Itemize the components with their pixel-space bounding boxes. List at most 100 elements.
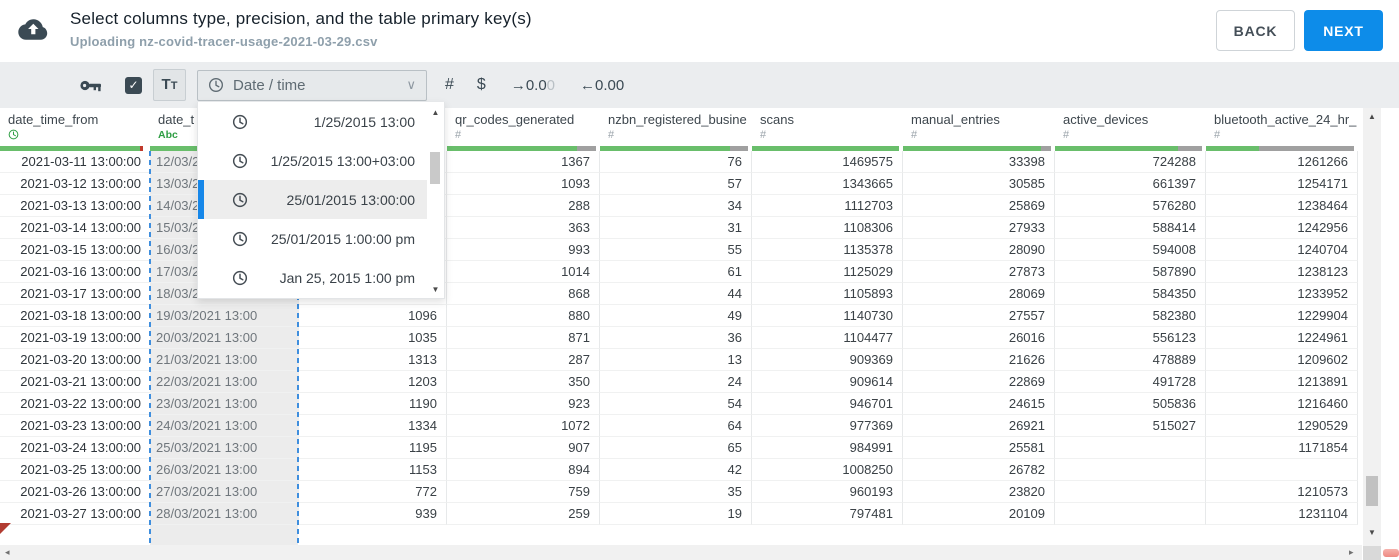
dropdown-scroll-thumb[interactable] <box>430 152 440 184</box>
dropdown-scrollbar[interactable]: ▲ ▼ <box>427 102 444 298</box>
date-format-option[interactable]: 1/25/2015 13:00 <box>198 102 427 141</box>
table-cell[interactable]: 871 <box>447 327 600 349</box>
table-cell[interactable]: 26782 <box>903 459 1055 481</box>
table-cell[interactable]: 2021-03-14 13:00:00 <box>0 217 150 239</box>
table-cell[interactable]: 24615 <box>903 393 1055 415</box>
table-cell[interactable]: 1233952 <box>1206 283 1358 305</box>
table-cell[interactable]: 61 <box>600 261 752 283</box>
scroll-down-icon[interactable]: ▼ <box>1363 528 1381 537</box>
table-cell[interactable]: 909614 <box>752 371 903 393</box>
table-cell[interactable]: 22869 <box>903 371 1055 393</box>
table-cell[interactable]: 2021-03-25 13:00:00 <box>0 459 150 481</box>
table-cell[interactable] <box>1206 459 1358 481</box>
table-cell[interactable]: 1108306 <box>752 217 903 239</box>
table-cell[interactable]: 1171854 <box>1206 437 1358 459</box>
table-cell[interactable]: 25581 <box>903 437 1055 459</box>
table-cell[interactable]: 797481 <box>752 503 903 525</box>
table-cell[interactable]: 20109 <box>903 503 1055 525</box>
table-cell[interactable]: 28069 <box>903 283 1055 305</box>
table-cell[interactable]: 588414 <box>1055 217 1206 239</box>
horizontal-scrollbar[interactable]: ◂ ▸ <box>0 545 1362 560</box>
table-cell[interactable]: 1224961 <box>1206 327 1358 349</box>
table-cell[interactable]: 1072 <box>447 415 600 437</box>
table-cell[interactable]: 259 <box>447 503 600 525</box>
date-format-option[interactable]: 1/25/2015 13:00+03:00 <box>198 141 427 180</box>
back-button[interactable]: BACK <box>1216 10 1295 51</box>
table-cell[interactable]: 350 <box>447 371 600 393</box>
table-cell[interactable]: 1014 <box>447 261 600 283</box>
text-type-button[interactable]: TT <box>153 69 186 101</box>
table-cell[interactable]: 31 <box>600 217 752 239</box>
table-cell[interactable]: 907 <box>447 437 600 459</box>
table-cell[interactable]: 1209602 <box>1206 349 1358 371</box>
table-cell[interactable]: 34 <box>600 195 752 217</box>
table-cell[interactable]: 491728 <box>1055 371 1206 393</box>
table-cell[interactable]: 2021-03-26 13:00:00 <box>0 481 150 503</box>
table-cell[interactable]: 1313 <box>299 349 447 371</box>
table-cell[interactable]: 1190 <box>299 393 447 415</box>
table-cell[interactable]: 1153 <box>299 459 447 481</box>
next-button[interactable]: NEXT <box>1304 10 1383 51</box>
table-cell[interactable]: 27933 <box>903 217 1055 239</box>
table-cell[interactable]: 1240704 <box>1206 239 1358 261</box>
table-cell[interactable]: 1093 <box>447 173 600 195</box>
table-cell[interactable]: 30585 <box>903 173 1055 195</box>
scroll-down-icon[interactable]: ▼ <box>427 285 444 294</box>
table-cell[interactable]: 24/03/2021 13:00 <box>150 415 299 437</box>
table-cell[interactable]: 20/03/2021 13:00 <box>150 327 299 349</box>
table-cell[interactable]: 22/03/2021 13:00 <box>150 371 299 393</box>
table-cell[interactable]: 724288 <box>1055 151 1206 173</box>
column-header[interactable]: bluetooth_active_24_hr_ # <box>1206 108 1358 146</box>
table-cell[interactable]: 594008 <box>1055 239 1206 261</box>
table-cell[interactable]: 772 <box>299 481 447 503</box>
table-cell[interactable]: 993 <box>447 239 600 261</box>
table-cell[interactable]: 2021-03-15 13:00:00 <box>0 239 150 261</box>
scroll-up-icon[interactable]: ▲ <box>1363 112 1381 121</box>
table-cell[interactable]: 2021-03-22 13:00:00 <box>0 393 150 415</box>
table-cell[interactable]: 977369 <box>752 415 903 437</box>
table-cell[interactable]: 576280 <box>1055 195 1206 217</box>
table-cell[interactable]: 894 <box>447 459 600 481</box>
table-cell[interactable]: 923 <box>447 393 600 415</box>
table-cell[interactable]: 19 <box>600 503 752 525</box>
scroll-right-icon[interactable]: ▸ <box>1349 547 1354 558</box>
table-cell[interactable]: 2021-03-12 13:00:00 <box>0 173 150 195</box>
column-header[interactable]: manual_entries # <box>903 108 1055 146</box>
table-cell[interactable]: 880 <box>447 305 600 327</box>
table-cell[interactable]: 1238123 <box>1206 261 1358 283</box>
table-cell[interactable]: 2021-03-21 13:00:00 <box>0 371 150 393</box>
scroll-up-icon[interactable]: ▲ <box>427 108 444 117</box>
table-cell[interactable]: 23/03/2021 13:00 <box>150 393 299 415</box>
table-cell[interactable]: 1290529 <box>1206 415 1358 437</box>
table-cell[interactable]: 1261266 <box>1206 151 1358 173</box>
table-cell[interactable]: 1035 <box>299 327 447 349</box>
table-cell[interactable]: 2021-03-24 13:00:00 <box>0 437 150 459</box>
table-cell[interactable]: 55 <box>600 239 752 261</box>
table-cell[interactable]: 1343665 <box>752 173 903 195</box>
table-cell[interactable]: 505836 <box>1055 393 1206 415</box>
table-cell[interactable]: 24 <box>600 371 752 393</box>
table-cell[interactable]: 25869 <box>903 195 1055 217</box>
table-cell[interactable]: 2021-03-18 13:00:00 <box>0 305 150 327</box>
table-cell[interactable]: 1210573 <box>1206 481 1358 503</box>
column-header[interactable]: active_devices # <box>1055 108 1206 146</box>
scroll-left-icon[interactable]: ◂ <box>5 547 10 558</box>
table-cell[interactable]: 1104477 <box>752 327 903 349</box>
table-cell[interactable]: 363 <box>447 217 600 239</box>
column-header[interactable]: qr_codes_generated # <box>447 108 600 146</box>
table-cell[interactable]: 1242956 <box>1206 217 1358 239</box>
table-cell[interactable]: 33398 <box>903 151 1055 173</box>
table-cell[interactable]: 1135378 <box>752 239 903 261</box>
primary-key-icon[interactable] <box>80 78 102 93</box>
table-cell[interactable]: 582380 <box>1055 305 1206 327</box>
table-cell[interactable]: 36 <box>600 327 752 349</box>
column-header[interactable]: date_time_from <box>0 108 150 146</box>
table-cell[interactable] <box>1055 503 1206 525</box>
table-cell[interactable]: 49 <box>600 305 752 327</box>
table-cell[interactable]: 64 <box>600 415 752 437</box>
table-cell[interactable] <box>1055 459 1206 481</box>
date-format-option[interactable]: 25/01/2015 1:00:00 pm <box>198 219 427 258</box>
table-cell[interactable]: 25/03/2021 13:00 <box>150 437 299 459</box>
table-cell[interactable]: 28/03/2021 13:00 <box>150 503 299 525</box>
vertical-scroll-thumb[interactable] <box>1366 476 1378 506</box>
